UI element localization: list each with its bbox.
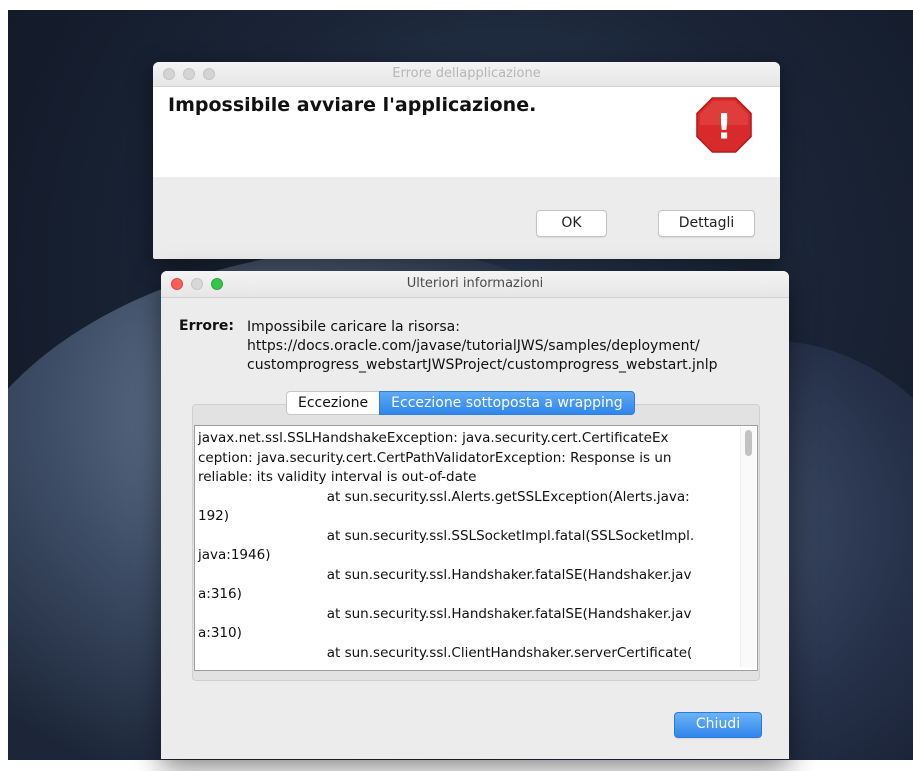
error-dialog: Errore dellapplicazione Impossibile avvi… [153,62,780,259]
error-line: customprogress_webstartJWSProject/custom… [247,357,718,373]
tab-eccezione[interactable]: Eccezione [286,391,380,415]
stack-line: 192) [198,508,230,524]
stack-line: at sun.security.ssl.Alerts.getSSLExcepti… [198,488,690,505]
minimize-window-button[interactable] [183,68,195,80]
error-dialog-titlebar[interactable]: Errore dellapplicazione [153,62,780,87]
stack-line: javax.net.ssl.SSLHandshakeException: jav… [198,430,669,446]
close-button[interactable]: Chiudi [674,712,762,738]
close-window-button[interactable] [171,278,183,290]
zoom-window-button[interactable] [211,278,223,290]
stack-line: java:1946) [198,547,271,563]
stack-line: ception: java.security.cert.CertPathVali… [198,449,672,466]
zoom-window-button[interactable] [203,68,215,80]
error-message: Impossibile caricare la risorsa: https://… [247,318,718,375]
close-window-button[interactable] [163,68,175,80]
tab-bar: Eccezione Eccezione sottoposta a wrappin… [286,391,635,415]
stack-line: at sun.security.ssl.ClientHandshaker.ser… [198,644,693,661]
stack-trace-text: javax.net.ssl.SSLHandshakeException: jav… [195,426,757,663]
stack-line: at sun.security.ssl.SSLSocketImpl.fatal(… [198,527,695,544]
stack-line: at sun.security.ssl.Handshaker.fatalSE(H… [198,566,692,583]
error-headline: Impossibile avviare l'applicazione. [168,94,537,116]
details-dialog-title: Ulteriori informazioni [406,276,544,291]
details-dialog-titlebar[interactable]: Ulteriori informazioni [161,271,789,298]
error-line: https://docs.oracle.com/javase/tutorialJ… [247,338,700,354]
error-label: Errore: [179,318,234,334]
ok-button[interactable]: OK [536,210,607,237]
stop-sign-symbol: ! [716,108,732,148]
error-dialog-title: Errore dellapplicazione [392,66,541,81]
vertical-scrollbar[interactable] [740,427,756,667]
stack-line: at sun.security.ssl.Handshaker.fatalSE(H… [198,605,692,622]
details-button[interactable]: Dettagli [658,210,755,237]
tab-eccezione-wrapping[interactable]: Eccezione sottoposta a wrapping [379,391,635,415]
stack-line: a:316) [198,586,242,602]
stack-trace-textarea[interactable]: javax.net.ssl.SSLHandshakeException: jav… [194,425,758,671]
stop-sign-warning-icon: ! [696,97,752,153]
scrollbar-thumb[interactable] [745,430,752,456]
window-controls [171,278,223,290]
stack-line: a:310) [198,625,242,641]
details-dialog: Ulteriori informazioni Errore: Impossibi… [161,271,789,759]
error-line: Impossibile caricare la risorsa: [247,319,460,335]
minimize-window-button[interactable] [191,278,203,290]
window-controls [163,68,215,80]
stack-line: reliable: its validity interval is out-o… [198,469,477,485]
